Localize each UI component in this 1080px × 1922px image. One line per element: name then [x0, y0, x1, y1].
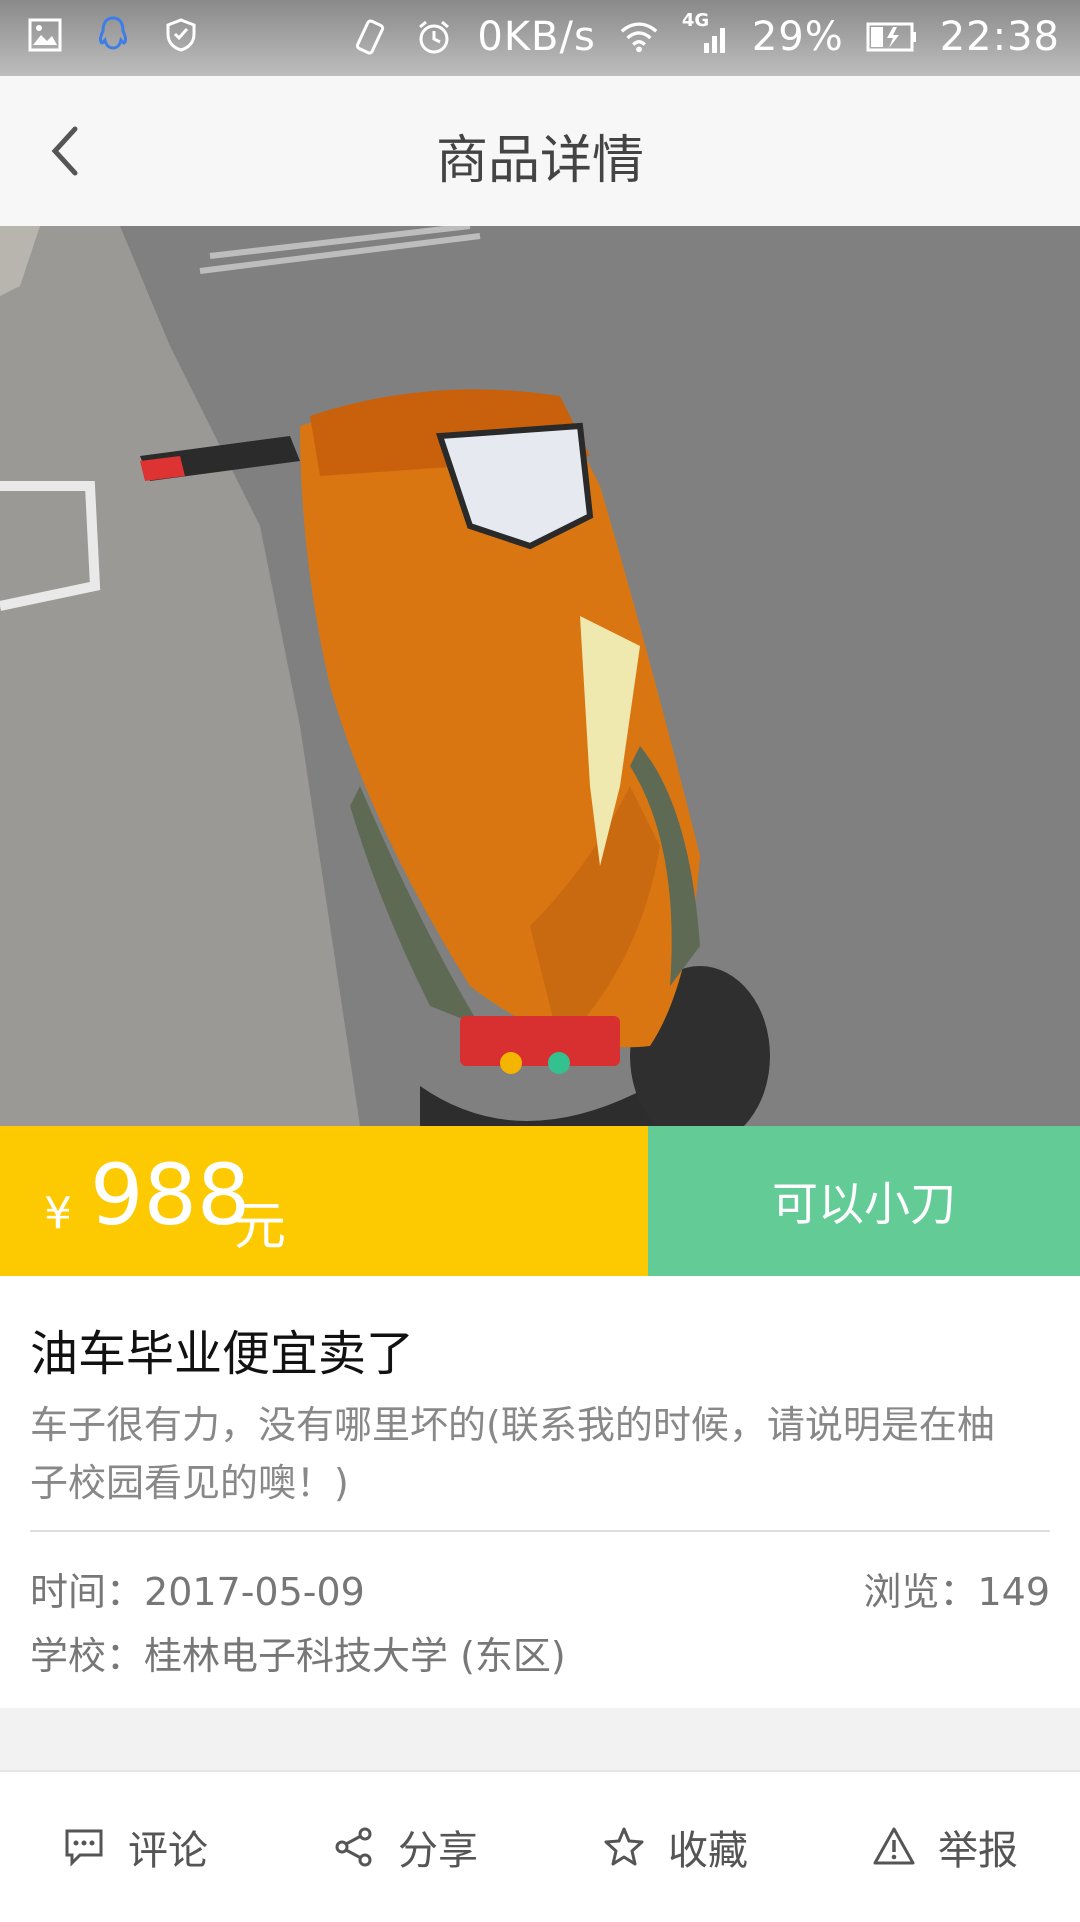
signal-icon: 4G — [682, 10, 730, 58]
status-bar: 0KB/s 4G 29% 22:38 — [0, 0, 1080, 76]
clock: 22:38 — [939, 14, 1060, 60]
comment-button[interactable]: 评论 — [0, 1772, 270, 1922]
nav-bar: 商品详情 — [0, 76, 1080, 227]
page-title: 商品详情 — [435, 131, 644, 191]
bargain-badge: 可以小刀 — [648, 1126, 1080, 1276]
item-meta: 时间：2017-05-09 学校：桂林电子科技大学 (东区) — [30, 1560, 566, 1688]
views-value: 149 — [977, 1570, 1050, 1614]
comment-icon — [65, 1829, 103, 1867]
report-button[interactable]: 举报 — [810, 1772, 1080, 1922]
wifi-icon — [618, 16, 660, 58]
share-icon — [335, 1827, 372, 1867]
qq-icon — [92, 14, 134, 56]
time-label: 时间： — [30, 1570, 145, 1614]
warning-icon — [873, 1827, 915, 1865]
favorite-button[interactable]: 收藏 — [540, 1772, 810, 1922]
battery-icon — [866, 16, 918, 58]
school-value: 桂林电子科技大学 (东区) — [144, 1634, 566, 1678]
school-label: 学校： — [30, 1634, 145, 1678]
price-amount: 988 — [90, 1146, 251, 1244]
item-details: 油车毕业便宜卖了 车子很有力，没有哪里坏的(联系我的时候，请说明是在柚子校园看见… — [0, 1276, 1080, 1708]
star-icon — [604, 1827, 644, 1866]
report-label: 举报 — [938, 1828, 1018, 1874]
currency-symbol: ¥ — [44, 1188, 72, 1239]
school-row: 学校：桂林电子科技大学 (东区) — [30, 1624, 566, 1688]
share-button[interactable]: 分享 — [270, 1772, 540, 1922]
spacer — [0, 1708, 1080, 1770]
battery-percent: 29% — [751, 14, 844, 60]
shield-icon — [160, 14, 202, 56]
item-title: 油车毕业便宜卖了 — [30, 1326, 415, 1382]
pagination-dot[interactable] — [548, 1052, 570, 1074]
views-label: 浏览： — [863, 1570, 978, 1614]
share-label: 分享 — [398, 1828, 478, 1874]
vibrate-icon — [349, 16, 391, 58]
time-row: 时间：2017-05-09 — [30, 1560, 566, 1624]
views-row: 浏览：149 — [863, 1560, 1050, 1624]
net-speed: 0KB/s — [477, 14, 596, 60]
bottom-toolbar: 评论 分享 收藏 举报 — [0, 1770, 1080, 1922]
gallery-pagination — [500, 1052, 570, 1074]
comment-label: 评论 — [128, 1828, 208, 1874]
network-type: 4G — [681, 10, 710, 31]
price-unit: 元 — [234, 1197, 287, 1257]
price-band: ¥ 988 元 可以小刀 — [0, 1126, 1080, 1276]
product-image[interactable] — [0, 226, 1080, 1126]
gallery-icon — [24, 14, 66, 56]
pagination-dot[interactable] — [500, 1052, 522, 1074]
favorite-label: 收藏 — [668, 1828, 748, 1874]
divider — [30, 1530, 1050, 1532]
price-box: ¥ 988 元 — [0, 1126, 648, 1276]
alarm-icon — [413, 16, 455, 58]
time-value: 2017-05-09 — [144, 1570, 365, 1614]
item-description: 车子很有力，没有哪里坏的(联系我的时候，请说明是在柚子校园看见的噢！) — [30, 1403, 995, 1505]
